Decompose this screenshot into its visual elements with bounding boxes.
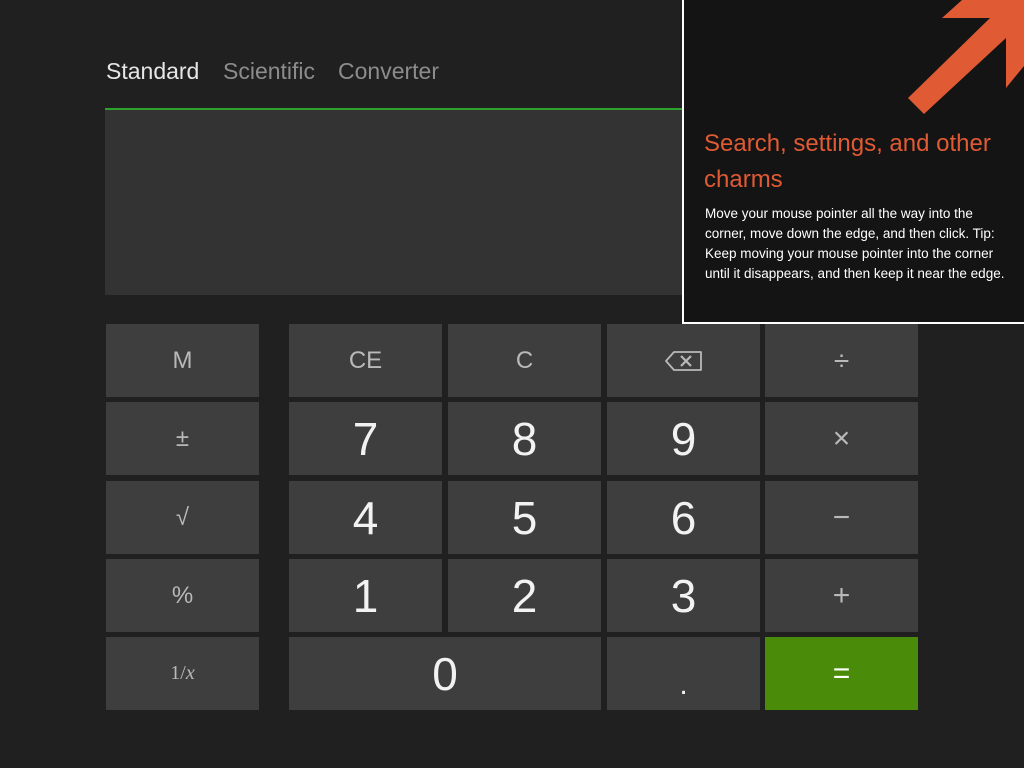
decimal-button[interactable]: . — [607, 637, 760, 710]
multiply-button[interactable]: × — [765, 402, 918, 475]
digit-5-label: 5 — [511, 491, 538, 544]
percent-button[interactable]: % — [106, 559, 259, 632]
digit-5-button[interactable]: 5 — [448, 481, 601, 554]
digit-0-label: 0 — [432, 647, 458, 700]
digit-7-label: 7 — [352, 412, 379, 465]
clear-entry-button[interactable]: CE — [289, 324, 442, 397]
digit-9-button[interactable]: 9 — [607, 402, 760, 475]
digit-4-button[interactable]: 4 — [289, 481, 442, 554]
clear-label: C — [515, 346, 534, 374]
equals-button[interactable]: = — [765, 637, 918, 710]
tip-body: Move your mouse pointer all the way into… — [705, 206, 1005, 281]
tab-converter[interactable]: Converter — [338, 56, 439, 86]
subtract-button[interactable]: − — [765, 481, 918, 554]
digit-2-label: 2 — [511, 569, 538, 622]
equals-label: = — [832, 656, 851, 690]
memory-button[interactable]: M — [106, 324, 259, 397]
digit-7-button[interactable]: 7 — [289, 402, 442, 475]
clear-button[interactable]: C — [448, 324, 601, 397]
backspace-button[interactable] — [607, 324, 760, 397]
clear-entry-label: CE — [348, 346, 383, 374]
digit-8-label: 8 — [511, 412, 538, 465]
tab-standard[interactable]: Standard — [106, 56, 199, 86]
digit-2-button[interactable]: 2 — [448, 559, 601, 632]
memory-label: M — [172, 346, 193, 374]
square-root-button[interactable]: √ — [106, 481, 259, 554]
tab-scientific[interactable]: Scientific — [223, 56, 315, 86]
divide-label: ÷ — [833, 344, 850, 376]
digit-8-button[interactable]: 8 — [448, 402, 601, 475]
corner-arrow-icon — [908, 0, 1024, 114]
negate-button[interactable]: ± — [106, 402, 259, 475]
divide-button[interactable]: ÷ — [765, 324, 918, 397]
digit-9-label: 9 — [670, 412, 697, 465]
digit-6-label: 6 — [670, 491, 697, 544]
square-root-label: √ — [175, 503, 190, 531]
digit-3-label: 3 — [670, 569, 697, 622]
add-button[interactable]: + — [765, 559, 918, 632]
backspace-icon — [664, 350, 702, 371]
reciprocal-numerator: 1/ — [170, 662, 186, 684]
reciprocal-button[interactable]: 1/x — [106, 637, 259, 710]
subtract-label: − — [832, 500, 851, 534]
reciprocal-label: 1/x — [170, 662, 194, 685]
digit-0-button[interactable]: 0 — [289, 637, 601, 710]
digit-1-label: 1 — [352, 569, 379, 622]
decimal-label: . — [679, 668, 688, 701]
percent-label: % — [171, 581, 194, 609]
reciprocal-variable: x — [185, 662, 195, 684]
digit-6-button[interactable]: 6 — [607, 481, 760, 554]
digit-1-button[interactable]: 1 — [289, 559, 442, 632]
digit-3-button[interactable]: 3 — [607, 559, 760, 632]
add-label: + — [832, 578, 851, 612]
digit-4-label: 4 — [352, 491, 379, 544]
negate-label: ± — [175, 424, 190, 452]
multiply-label: × — [832, 421, 851, 455]
tip-title: Search, settings, and other charms — [704, 130, 991, 193]
charms-tip-popup: Search, settings, and other charms Move … — [682, 0, 1024, 324]
